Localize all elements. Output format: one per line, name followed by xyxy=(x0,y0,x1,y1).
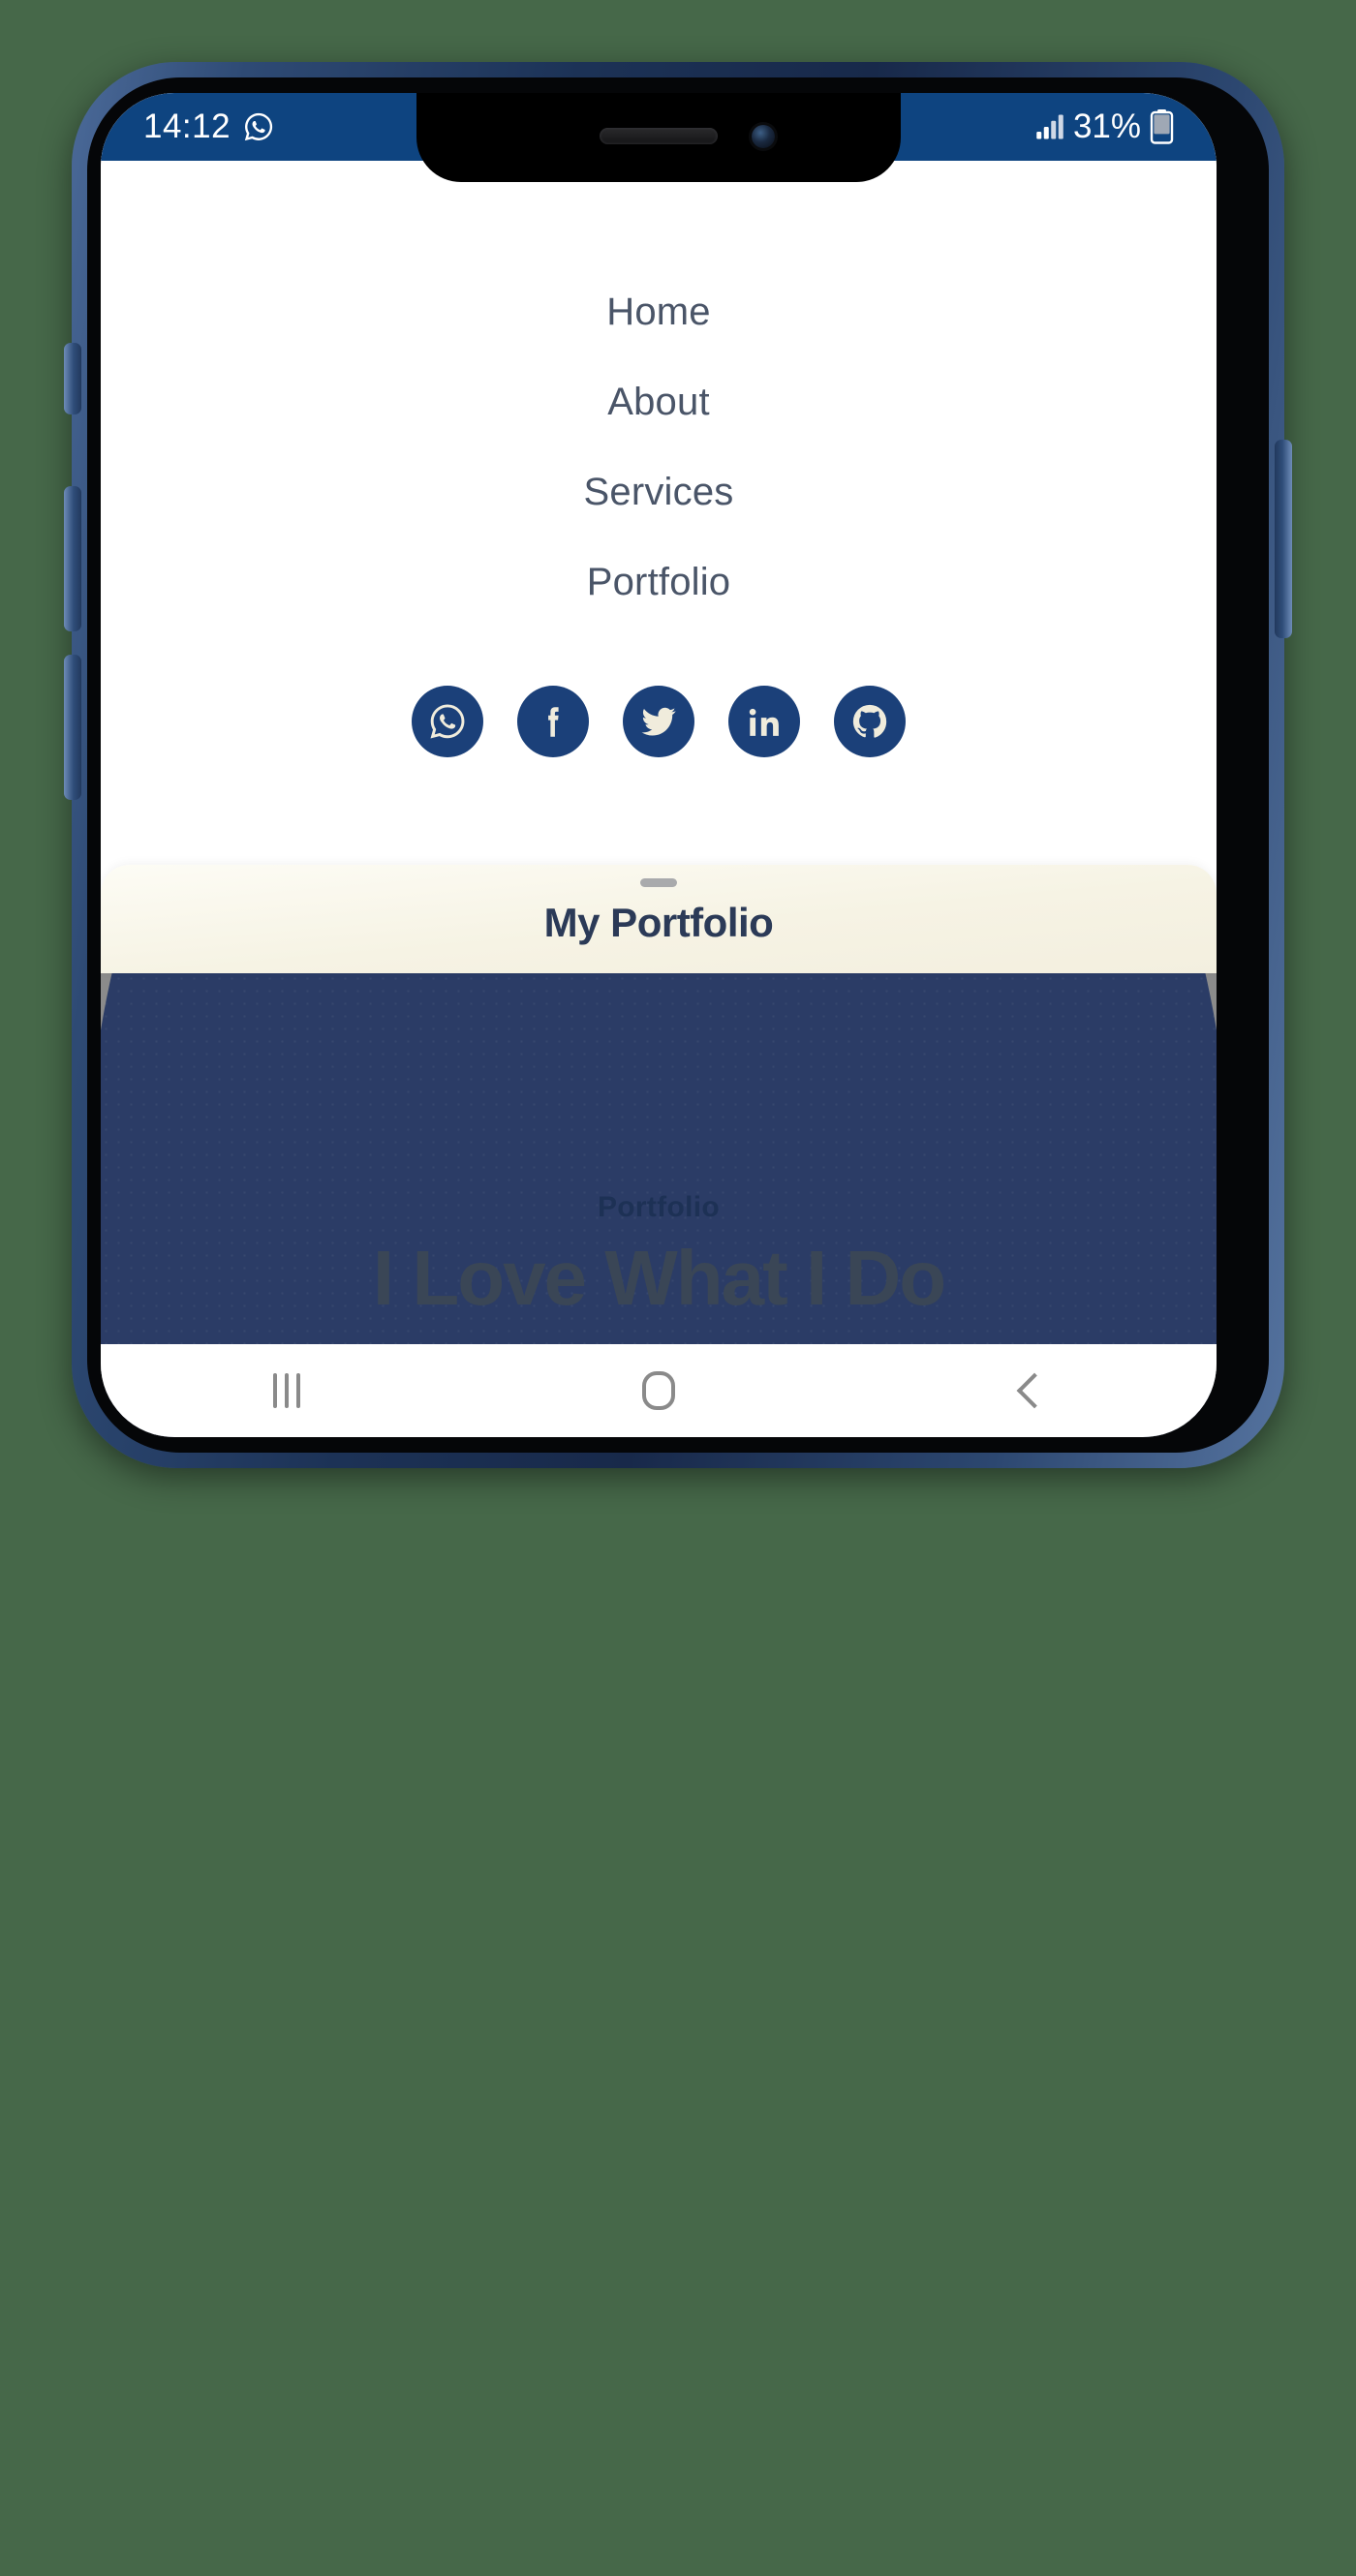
hero-heading: I Love What I Do xyxy=(372,1235,946,1321)
github-icon xyxy=(852,704,887,738)
whatsapp-icon xyxy=(430,704,465,739)
back-icon xyxy=(1016,1372,1053,1409)
navigation-menu-panel: Home About Services Portfolio xyxy=(101,93,1217,865)
nav-back-button[interactable] xyxy=(972,1344,1089,1437)
menu-list: Home About Services Portfolio xyxy=(101,267,1217,628)
menu-item-services[interactable]: Services xyxy=(584,447,734,537)
volume-down-button[interactable] xyxy=(64,655,81,800)
sheet-title: My Portfolio xyxy=(543,900,774,945)
whatsapp-icon xyxy=(244,112,273,141)
social-link-github[interactable] xyxy=(834,686,906,757)
phone-screen: Home About Services Portfolio My Portfol… xyxy=(101,93,1217,1437)
android-nav-bar xyxy=(101,1344,1217,1437)
nav-home-button[interactable] xyxy=(601,1344,717,1437)
nav-recents-button[interactable] xyxy=(229,1344,345,1437)
linkedin-icon xyxy=(749,708,779,736)
recents-icon xyxy=(273,1373,300,1408)
social-link-twitter[interactable] xyxy=(623,686,694,757)
sheet-grabber-handle[interactable] xyxy=(640,878,677,887)
menu-item-portfolio[interactable]: Portfolio xyxy=(587,537,731,628)
battery-icon xyxy=(1150,109,1174,144)
power-button[interactable] xyxy=(1275,440,1292,638)
hero-eyebrow: Portfolio xyxy=(597,1191,720,1223)
bottom-sheet-header[interactable]: My Portfolio xyxy=(101,865,1217,973)
signal-bars-icon xyxy=(1036,114,1063,139)
social-link-whatsapp[interactable] xyxy=(412,686,483,757)
menu-item-about[interactable]: About xyxy=(607,357,710,447)
menu-item-home[interactable]: Home xyxy=(606,267,711,357)
twitter-icon xyxy=(641,707,676,736)
earpiece-speaker xyxy=(600,128,718,144)
status-bar-right: 31% xyxy=(1035,93,1174,161)
phone-device: Home About Services Portfolio My Portfol… xyxy=(64,62,1292,1468)
hero-text-block: Portfolio I Love What I Do xyxy=(101,1191,1217,1319)
phone-notch xyxy=(416,93,901,182)
status-bar-left: 14:12 xyxy=(143,93,275,161)
home-icon xyxy=(642,1371,675,1410)
volume-up-button[interactable] xyxy=(64,486,81,631)
status-bar-clock: 14:12 xyxy=(143,107,231,145)
social-link-linkedin[interactable] xyxy=(728,686,800,757)
mute-switch-button[interactable] xyxy=(64,343,81,414)
social-link-facebook[interactable] xyxy=(517,686,589,757)
front-camera xyxy=(752,125,775,148)
facebook-icon xyxy=(548,707,559,737)
social-links-row xyxy=(412,686,906,757)
battery-percent-label: 31% xyxy=(1072,107,1141,145)
